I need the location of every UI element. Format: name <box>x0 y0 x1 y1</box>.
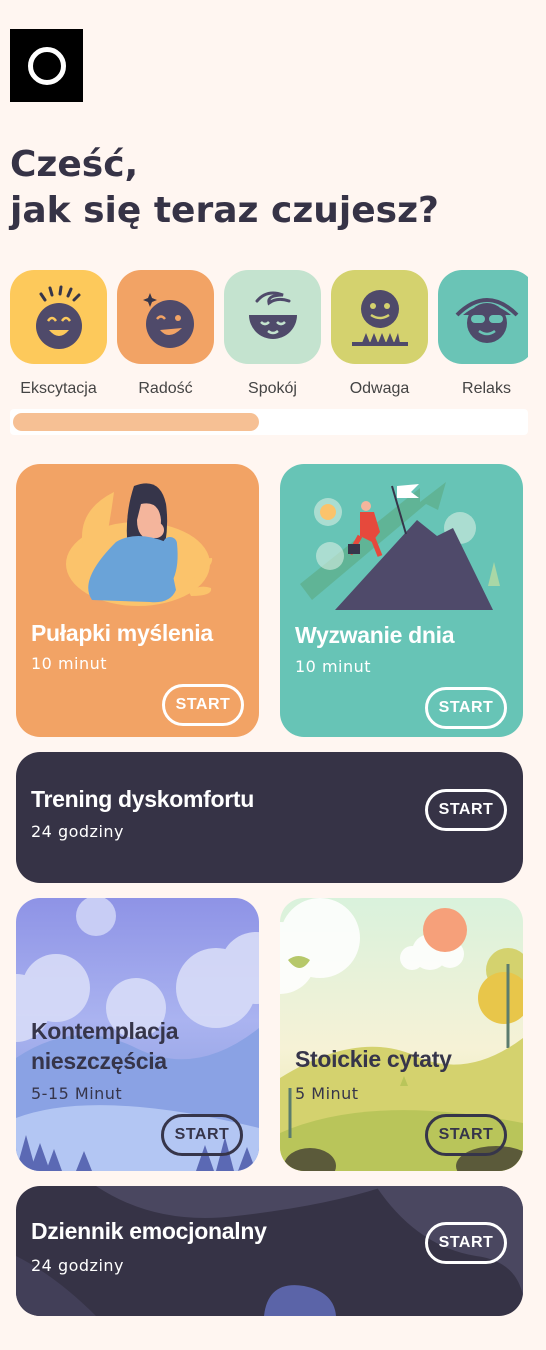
greeting-line-1: Cześć, <box>10 144 139 185</box>
greeting-line-2: jak się teraz czujesz? <box>10 190 439 231</box>
start-button[interactable]: START <box>162 684 244 726</box>
start-button[interactable]: START <box>161 1114 243 1156</box>
card-title-line-2: nieszczęścia <box>31 1048 167 1074</box>
mood-item-relax[interactable]: Relaks <box>438 270 528 398</box>
thinking-person-illustration <box>66 483 213 606</box>
mood-label: Odwaga <box>349 380 410 397</box>
start-button[interactable]: START <box>425 789 507 831</box>
card-discomfort-training[interactable]: Trening dyskomfortu 24 godziny START <box>16 752 523 883</box>
card-title: Pułapki myślenia <box>31 620 213 646</box>
mood-selector[interactable]: Ekscytacja Radość Spokój Odwaga Relaks <box>10 270 528 440</box>
happy-face-icon <box>142 293 194 348</box>
card-thinking-traps[interactable]: Pułapki myślenia 10 minut START <box>16 464 259 737</box>
mood-item-calm[interactable]: Spokój <box>224 270 321 398</box>
relaxed-face-icon <box>455 298 518 343</box>
card-stoic-quotes[interactable]: Stoickie cytaty 5 Minut START <box>280 898 523 1171</box>
card-title: Kontemplacja nieszczęścia <box>31 1016 179 1076</box>
mood-tile[interactable] <box>438 270 528 364</box>
card-duration: 10 minut <box>31 654 108 673</box>
mood-item-courage[interactable]: Odwaga <box>331 270 428 398</box>
mountain-climber-illustration <box>300 482 500 610</box>
mood-label: Ekscytacja <box>20 380 97 397</box>
mood-scrollbar[interactable] <box>10 409 528 435</box>
card-duration: 24 godziny <box>31 822 124 841</box>
card-misfortune-contemplation[interactable]: Kontemplacja nieszczęścia 5-15 Minut STA… <box>16 898 259 1171</box>
logo-ring-icon <box>27 46 66 85</box>
mood-tile[interactable] <box>331 270 428 364</box>
card-duration: 24 godziny <box>31 1256 124 1275</box>
card-title-line-1: Kontemplacja <box>31 1018 179 1044</box>
start-button[interactable]: START <box>425 687 507 729</box>
mood-item-joy[interactable]: Radość <box>117 270 214 398</box>
mood-tile[interactable] <box>117 270 214 364</box>
brave-face-icon <box>351 290 408 346</box>
excited-face-icon <box>35 285 82 349</box>
mood-label: Spokój <box>248 380 297 397</box>
mood-label: Relaks <box>462 380 511 397</box>
card-title: Wyzwanie dnia <box>295 622 455 648</box>
app-logo[interactable] <box>10 29 83 102</box>
start-button[interactable]: START <box>425 1114 507 1156</box>
mood-tile[interactable] <box>224 270 321 364</box>
card-emotional-journal[interactable]: Dziennik emocjonalny 24 godziny START <box>16 1186 523 1316</box>
card-title: Trening dyskomfortu <box>31 786 255 812</box>
card-daily-challenge[interactable]: Wyzwanie dnia 10 minut START <box>280 464 523 737</box>
mood-item-excitement[interactable]: Ekscytacja <box>10 270 107 398</box>
greeting-heading: Cześć, jak się teraz czujesz? <box>10 142 530 234</box>
card-duration: 5 Minut <box>295 1084 359 1103</box>
mood-scrollbar-thumb[interactable] <box>13 413 259 431</box>
mood-tile[interactable] <box>10 270 107 364</box>
calm-face-icon <box>248 291 297 339</box>
card-duration: 5-15 Minut <box>31 1084 123 1103</box>
card-duration: 10 minut <box>295 657 372 676</box>
card-title: Dziennik emocjonalny <box>31 1218 267 1244</box>
start-button[interactable]: START <box>425 1222 507 1264</box>
card-title: Stoickie cytaty <box>295 1046 452 1072</box>
mood-label: Radość <box>138 380 193 397</box>
